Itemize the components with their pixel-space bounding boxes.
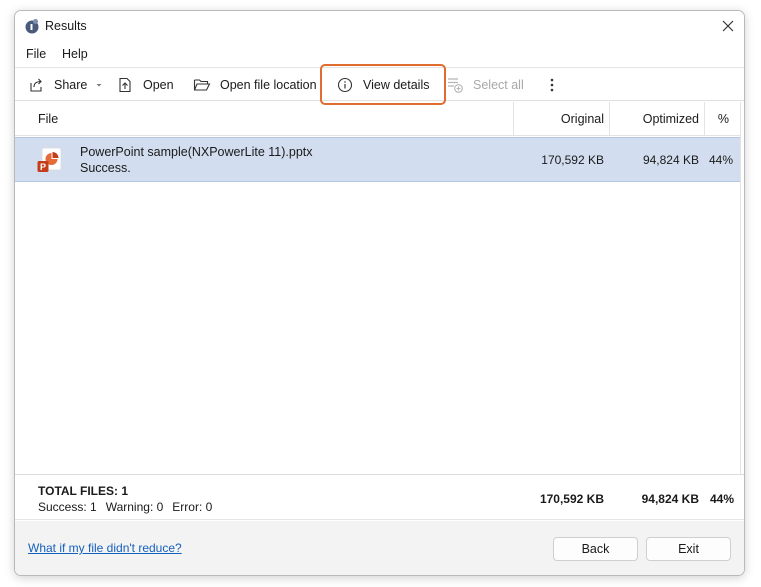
folder-icon [193, 76, 211, 94]
summary-counts: Success: 1 Warning: 0 Error: 0 [38, 500, 212, 514]
share-icon [27, 76, 45, 94]
file-name: PowerPoint sample(NXPowerLite 11).pptx [80, 145, 313, 159]
back-button[interactable]: Back [553, 537, 638, 561]
column-header-percent[interactable]: % [705, 102, 729, 136]
app-icon [25, 19, 39, 34]
open-file-location-button[interactable]: Open file location [193, 68, 317, 102]
menu-bar: File Help [15, 43, 744, 65]
select-all-button[interactable]: Select all [446, 68, 524, 102]
select-all-label: Select all [473, 78, 524, 92]
open-button[interactable]: Open [116, 68, 174, 102]
cell-optimized-size: 94,824 KB [642, 153, 699, 167]
column-header-original[interactable]: Original [514, 102, 604, 136]
chevron-down-icon [96, 84, 102, 87]
column-header-optimized[interactable]: Optimized [610, 102, 699, 136]
total-percent: 44% [709, 492, 734, 506]
powerpoint-file-icon: P [37, 147, 62, 172]
total-optimized-size: 94,824 KB [641, 492, 699, 506]
help-link[interactable]: What if my file didn't reduce? [28, 541, 182, 555]
select-all-icon [446, 76, 464, 94]
summary-bar: TOTAL FILES: 1 Success: 1 Warning: 0 Err… [15, 474, 744, 520]
file-list-empty-area [15, 182, 741, 474]
open-file-icon [116, 76, 134, 94]
more-options-button[interactable] [544, 68, 560, 102]
footer: What if my file didn't reduce? Back Exit [15, 521, 744, 575]
more-vertical-icon [550, 78, 554, 92]
cell-original-size: 170,592 KB [541, 153, 604, 167]
total-original-size: 170,592 KB [539, 492, 604, 506]
exit-button[interactable]: Exit [646, 537, 731, 561]
file-list-header: File Original Optimized % [15, 102, 741, 136]
view-details-highlight [320, 64, 446, 105]
close-button[interactable] [716, 15, 740, 37]
share-button[interactable]: Share [27, 68, 103, 102]
results-window: Results File Help Share Open Open file l… [14, 10, 745, 576]
open-label: Open [143, 78, 174, 92]
total-files: TOTAL FILES: 1 [38, 484, 129, 498]
column-header-file[interactable]: File [38, 102, 58, 136]
menu-file[interactable]: File [26, 47, 46, 61]
title-bar: Results [15, 11, 744, 41]
window-title: Results [45, 19, 87, 33]
close-icon [722, 20, 734, 32]
error-count: Error: 0 [172, 500, 213, 514]
warning-count: Warning: 0 [105, 500, 164, 514]
table-row[interactable]: P PowerPoint sample(NXPowerLite 11).pptx… [15, 137, 741, 182]
menu-help[interactable]: Help [62, 47, 88, 61]
file-status: Success. [80, 161, 131, 175]
cell-percent: 44% [708, 153, 733, 167]
open-file-location-label: Open file location [220, 78, 317, 92]
svg-text:P: P [40, 162, 46, 172]
share-label: Share [54, 78, 88, 92]
success-count: Success: 1 [38, 500, 97, 514]
